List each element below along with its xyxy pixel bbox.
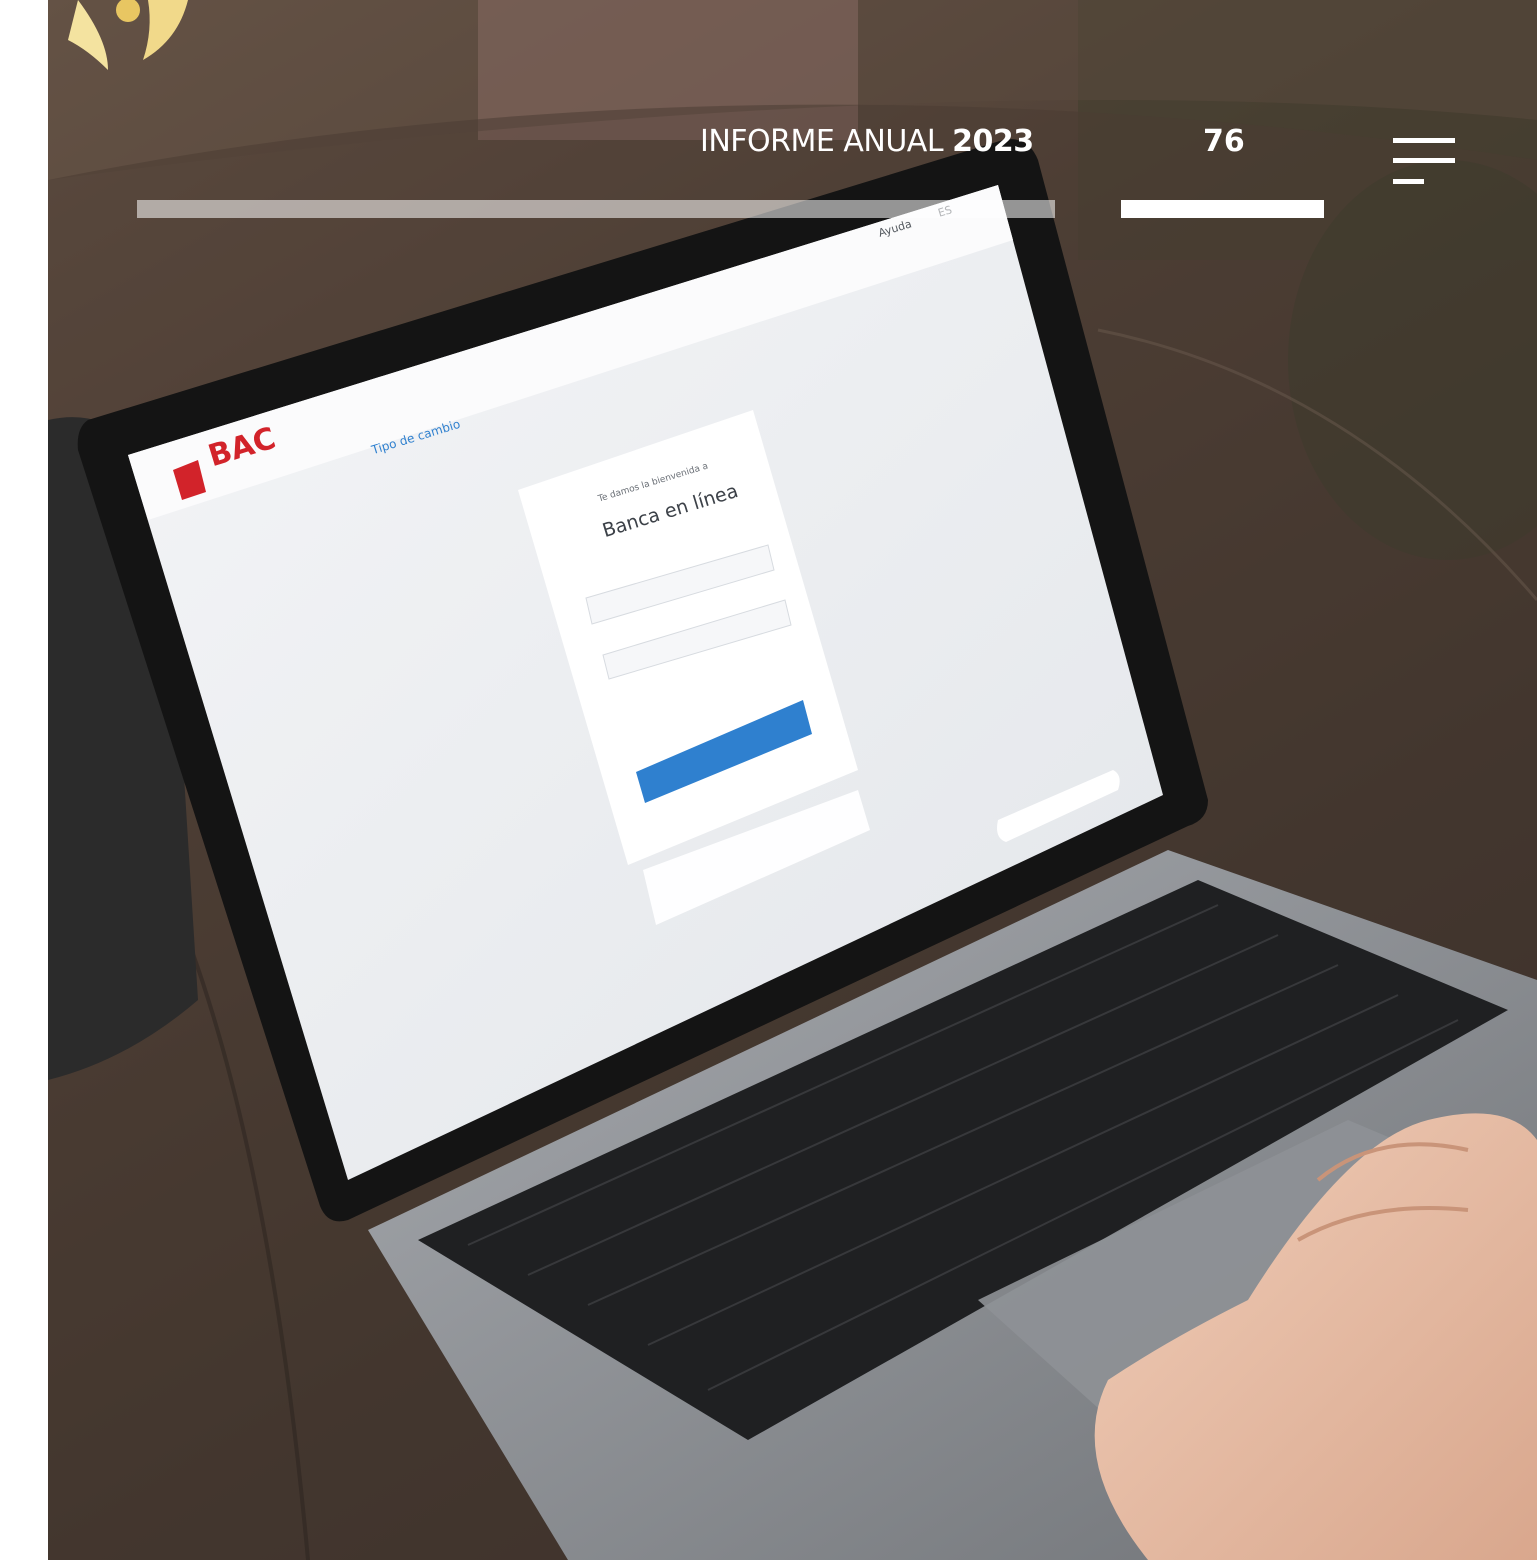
background-photo: BAC Tipo de cambio Ayuda ES Te damos la … bbox=[48, 0, 1537, 1560]
report-title-year: 2023 bbox=[952, 124, 1034, 159]
report-progress-track bbox=[137, 200, 1055, 218]
page-number: 76 bbox=[1203, 124, 1245, 159]
report-title: INFORME ANUAL 2023 bbox=[700, 124, 1034, 159]
menu-line-bottom bbox=[1393, 179, 1424, 184]
report-header: INFORME ANUAL 2023 76 bbox=[0, 0, 1537, 230]
hamburger-menu-icon[interactable] bbox=[1388, 134, 1460, 190]
report-title-prefix: INFORME ANUAL bbox=[700, 124, 944, 159]
menu-line-middle bbox=[1393, 158, 1455, 163]
menu-line-top bbox=[1393, 138, 1455, 143]
page-indicator-bar bbox=[1121, 200, 1324, 218]
